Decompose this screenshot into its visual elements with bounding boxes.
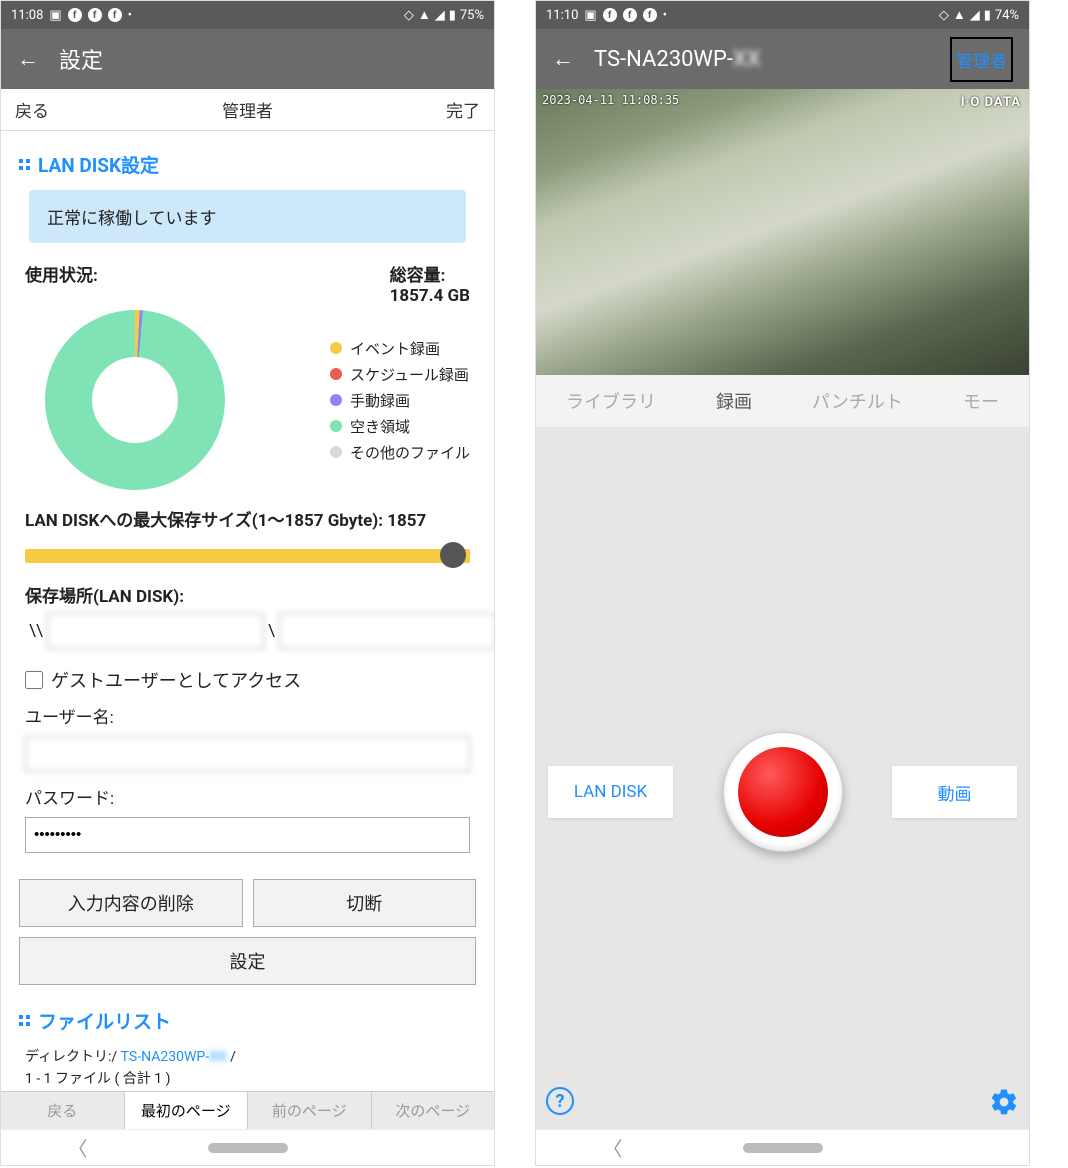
sub-bar: 戻る 管理者 完了 (1, 89, 494, 131)
file-count: 1 - 1 ファイル ( 合計 1 ) (25, 1068, 470, 1088)
status-bar: 11:10 ▣ f f f • ◇ ▲ ◢ ▮ 74% (536, 1, 1029, 29)
pager-back[interactable]: 戻る (1, 1092, 125, 1129)
directory-link[interactable]: TS-NA230WP-XX (121, 1049, 227, 1065)
path-share-input[interactable] (279, 613, 494, 649)
back-arrow-icon[interactable]: ← (552, 46, 574, 72)
admin-button[interactable]: 管理者 (950, 37, 1013, 82)
facebook-icon: f (88, 8, 102, 22)
dot-icon: • (128, 8, 132, 23)
guest-access-checkbox[interactable] (25, 671, 43, 689)
facebook-icon: f (603, 8, 617, 22)
pager: 戻る 最初のページ 前のページ 次のページ (1, 1091, 494, 1129)
tab-record[interactable]: 録画 (716, 388, 752, 414)
subbar-title: 管理者 (222, 97, 273, 122)
section-filelist-title: ファイルリスト (19, 1007, 476, 1034)
directory-path: ディレクトリ:/ TS-NA230WP-XX / (25, 1046, 470, 1066)
tab-library[interactable]: ライブラリ (566, 388, 656, 414)
nav-back-icon[interactable]: 〈 (68, 1133, 88, 1162)
camera-preview[interactable]: 2023-04-11 11:08:35 I·O DATA (536, 89, 1029, 375)
usage-donut-chart (45, 310, 225, 490)
subbar-back-button[interactable]: 戻る (15, 97, 49, 122)
battery-pct: 74% (995, 8, 1019, 23)
battery-icon: ▮ (984, 8, 991, 23)
right-phone: 11:10 ▣ f f f • ◇ ▲ ◢ ▮ 74% ← TS-NA230WP… (535, 0, 1030, 1166)
password-input[interactable] (25, 817, 470, 853)
status-time: 11:08 (11, 8, 43, 23)
facebook-icon: f (623, 8, 637, 22)
lan-disk-button[interactable]: LAN DISK (548, 766, 673, 818)
tab-more[interactable]: モー (963, 388, 999, 414)
wifi-icon: ◇ (404, 8, 414, 23)
nav-back-icon[interactable]: 〈 (603, 1133, 623, 1162)
wifi-icon: ◇ (939, 8, 949, 23)
max-save-size-slider[interactable] (25, 540, 470, 564)
video-button[interactable]: 動画 (892, 766, 1017, 818)
legend-dot-free (330, 420, 342, 432)
nav-pill[interactable] (743, 1143, 823, 1153)
image-icon: ▣ (584, 8, 596, 23)
app-title: TS-NA230WP-XX (594, 47, 761, 72)
camera-tabs: ライブラリ 録画 パンチルト モー (536, 375, 1029, 427)
android-nav-bar: 〈 (1, 1129, 494, 1165)
status-time: 11:10 (546, 8, 578, 23)
total-value: 1857.4 GB (390, 286, 470, 306)
settings-button[interactable]: 設定 (19, 937, 476, 985)
guest-access-label: ゲストユーザーとしてアクセス (51, 667, 301, 693)
subbar-done-button[interactable]: 完了 (446, 97, 480, 122)
chart-legend: イベント録画 スケジュール録画 手動録画 空き領域 その他のファイル (330, 333, 470, 468)
pager-prev[interactable]: 前のページ (248, 1092, 372, 1129)
nav-pill[interactable] (208, 1143, 288, 1153)
password-label: パスワード: (25, 784, 470, 809)
app-title: 設定 (59, 43, 103, 75)
content-area: LAN DISK設定 正常に稼働しています 使用状況: 総容量: 1857.4 … (1, 131, 494, 1091)
dot-icon: • (663, 8, 667, 23)
app-bar: ← 設定 (1, 29, 494, 89)
wifi-icon: ▲ (418, 7, 431, 23)
pager-first[interactable]: 最初のページ (125, 1092, 249, 1129)
left-phone: 11:08 ▣ f f f • ◇ ▲ ◢ ▮ 75% ← 設定 戻る 管理者 … (0, 0, 495, 1166)
username-label: ユーザー名: (25, 703, 470, 728)
path-host-input[interactable] (47, 613, 264, 649)
username-input[interactable] (25, 736, 470, 772)
camera-logo: I·O DATA (961, 95, 1021, 110)
status-bar: 11:08 ▣ f f f • ◇ ▲ ◢ ▮ 75% (1, 1, 494, 29)
legend-dot-manual (330, 394, 342, 406)
back-arrow-icon[interactable]: ← (17, 46, 39, 72)
help-icon[interactable]: ? (546, 1087, 574, 1115)
total-label: 総容量: (390, 261, 470, 286)
facebook-icon: f (68, 8, 82, 22)
clear-input-button[interactable]: 入力内容の削除 (19, 879, 243, 927)
disconnect-button[interactable]: 切断 (253, 879, 477, 927)
save-location-label: 保存場所(LAN DISK): (25, 582, 470, 607)
signal-icon: ◢ (970, 8, 980, 23)
settings-gear-icon[interactable] (989, 1087, 1019, 1121)
legend-dot-event (330, 342, 342, 354)
facebook-icon: f (643, 8, 657, 22)
wifi-icon: ▲ (953, 7, 966, 23)
legend-dot-schedule (330, 368, 342, 380)
max-save-size-label: LAN DISKへの最大保存サイズ(1〜1857 Gbyte): 1857 (25, 510, 470, 534)
image-icon: ▣ (49, 8, 61, 23)
signal-icon: ◢ (435, 8, 445, 23)
pager-next[interactable]: 次のページ (372, 1092, 495, 1129)
camera-timestamp: 2023-04-11 11:08:35 (542, 93, 679, 107)
legend-dot-other (330, 446, 342, 458)
usage-label: 使用状況: (25, 261, 98, 286)
camera-body: LAN DISK 動画 ? (536, 427, 1029, 1129)
status-message: 正常に稼働しています (29, 190, 466, 243)
app-bar: ← TS-NA230WP-XX 管理者 (536, 29, 1029, 89)
battery-pct: 75% (460, 8, 484, 23)
record-button[interactable] (723, 732, 843, 852)
android-nav-bar: 〈 (536, 1129, 1029, 1165)
tab-pantilt[interactable]: パンチルト (812, 388, 903, 414)
facebook-icon: f (108, 8, 122, 22)
section-lan-disk-title: LAN DISK設定 (19, 151, 476, 178)
battery-icon: ▮ (449, 8, 456, 23)
